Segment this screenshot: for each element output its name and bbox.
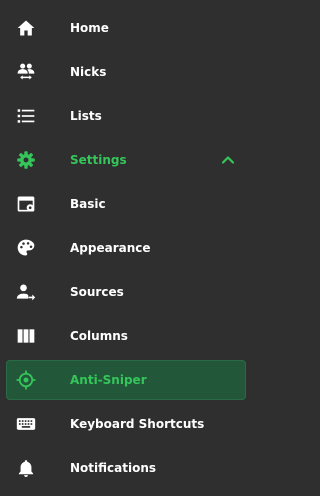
nav-item-settings[interactable]: Settings xyxy=(6,140,246,180)
nav-item-anti-sniper[interactable]: Anti-Sniper xyxy=(6,360,246,400)
nav-item-label: Home xyxy=(70,21,109,35)
nav-item-label: Lists xyxy=(70,109,102,123)
nav-item-nicks[interactable]: Nicks xyxy=(6,52,246,92)
palette-icon xyxy=(16,238,36,258)
nav-item-label: Appearance xyxy=(70,241,151,255)
crosshair-icon xyxy=(16,370,36,390)
nav-item-sources[interactable]: Sources xyxy=(6,272,246,312)
nav-item-lists[interactable]: Lists xyxy=(6,96,246,136)
keyboard-icon xyxy=(16,414,36,434)
nav-item-label: Nicks xyxy=(70,65,107,79)
nav-item-label: Columns xyxy=(70,329,128,343)
nav-item-appearance[interactable]: Appearance xyxy=(6,228,246,268)
list-icon xyxy=(16,106,36,126)
nav-item-label: Sources xyxy=(70,285,124,299)
nav-item-columns[interactable]: Columns xyxy=(6,316,246,356)
home-icon xyxy=(16,18,36,38)
nav-item-label: Anti-Sniper xyxy=(70,373,147,387)
nav-item-basic[interactable]: Basic xyxy=(6,184,246,224)
bell-icon xyxy=(16,458,36,478)
nav-item-label: Basic xyxy=(70,197,106,211)
chevron-up-icon[interactable] xyxy=(220,152,236,168)
person-arrow-icon xyxy=(16,282,36,302)
nav-item-label: Keyboard Shortcuts xyxy=(70,417,205,431)
nav-item-notifications[interactable]: Notifications xyxy=(6,448,246,488)
gear-icon xyxy=(16,150,36,170)
nav-item-label: Notifications xyxy=(70,461,157,475)
nav-item-home[interactable]: Home xyxy=(6,8,246,48)
nicks-users-swap-icon xyxy=(16,62,36,82)
sidebar-nav: Home Nicks Lists Settings Basic Appearan… xyxy=(0,0,250,496)
columns-icon xyxy=(16,326,36,346)
window-gear-icon xyxy=(16,194,36,214)
nav-item-keyboard-shortcuts[interactable]: Keyboard Shortcuts xyxy=(6,404,246,444)
nav-item-label: Settings xyxy=(70,153,127,167)
